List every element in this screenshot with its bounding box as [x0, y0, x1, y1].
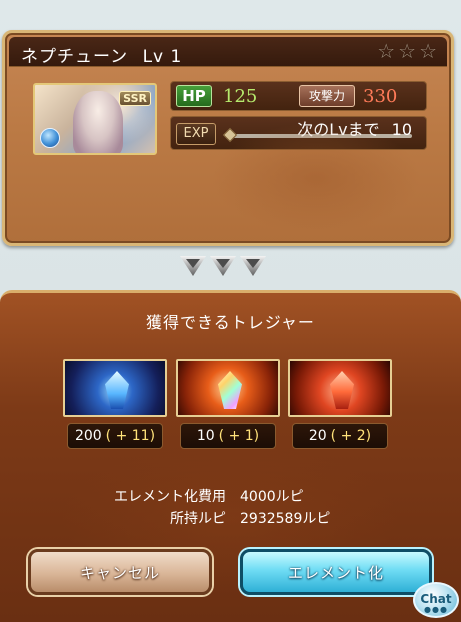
ssr-badge: SSR: [119, 91, 151, 106]
treasure-image: [176, 359, 280, 417]
character-level: Lv 1: [142, 47, 183, 67]
treasure-image: [63, 359, 167, 417]
owned-rupie-label: 所持ルピ: [170, 511, 226, 527]
treasure-count-bonus: ( + 1): [218, 428, 260, 444]
cancel-button[interactable]: キャンセル: [28, 549, 212, 595]
stat-row-hp-atk: HP 125 攻撃力 330: [170, 81, 427, 111]
element-fee-value: 4000ルピ: [240, 489, 304, 505]
treasure-image: [288, 359, 392, 417]
blue-crystal-icon: [105, 371, 129, 409]
stat-row-exp: EXP 次のLvまで 10: [170, 116, 427, 150]
chat-label: Chat: [420, 592, 452, 606]
character-title-bar: ネプチューン Lv 1 ☆ ☆ ☆: [9, 37, 447, 67]
chat-button[interactable]: Chat ●●●: [413, 582, 459, 618]
owned-rupie-value: 2932589ルピ: [240, 511, 331, 527]
treasure-count-value: 200: [74, 428, 102, 444]
hp-value: 125: [223, 86, 258, 107]
water-element-icon: [40, 128, 60, 148]
down-arrows: [180, 256, 266, 276]
exp-marker-icon: [222, 127, 238, 143]
down-arrow-icon: [210, 256, 236, 276]
star-icon: ☆: [377, 39, 396, 63]
character-name: ネプチューン Lv 1: [21, 42, 182, 67]
cost-summary: エレメント化費用 4000ルピ 所持ルピ 2932589ルピ: [74, 485, 394, 529]
exp-label: EXP: [176, 123, 216, 145]
red-crystal-icon: [330, 371, 354, 409]
character-card: ネプチューン Lv 1 ☆ ☆ ☆ SSR HP 125 攻撃力 330 EXP…: [2, 30, 454, 246]
treasure-count-bonus: ( + 2): [330, 428, 372, 444]
hp-label: HP: [176, 85, 212, 107]
down-arrow-icon: [240, 256, 266, 276]
treasure-count: 10( + 1): [180, 423, 276, 449]
treasure-count: 200( + 11): [67, 423, 163, 449]
treasure-panel: 獲得できるトレジャー 200( + 11) 10( + 1) 20( + 2) …: [0, 290, 461, 622]
star-icon: ☆: [419, 39, 437, 63]
rarity-stars: ☆ ☆ ☆: [377, 40, 437, 62]
character-name-text: ネプチューン: [21, 47, 129, 67]
owned-rupie-row: 所持ルピ 2932589ルピ: [74, 507, 394, 529]
element-fee-row: エレメント化費用 4000ルピ: [74, 485, 394, 507]
next-level-label: 次のLvまで: [297, 120, 380, 139]
treasure-heading: 獲得できるトレジャー: [146, 313, 315, 332]
down-arrow-icon: [180, 256, 206, 276]
star-icon: ☆: [398, 39, 417, 63]
atk-label: 攻撃力: [299, 85, 355, 107]
treasure-count: 20( + 2): [292, 423, 388, 449]
character-portrait[interactable]: SSR: [33, 83, 157, 155]
treasure-count-bonus: ( + 11): [105, 428, 156, 444]
treasure-count-value: 10: [196, 428, 215, 444]
next-level-value: 10: [391, 120, 412, 139]
elementize-button[interactable]: エレメント化: [240, 549, 432, 595]
character-art: [73, 91, 123, 153]
chat-dots-icon: ●●●: [424, 605, 448, 614]
element-fee-label: エレメント化費用: [114, 489, 226, 505]
next-level-text: 次のLvまで 10: [297, 116, 412, 140]
treasure-count-value: 20: [308, 428, 327, 444]
prism-crystal-icon: [218, 371, 242, 409]
atk-value: 330: [363, 86, 398, 107]
